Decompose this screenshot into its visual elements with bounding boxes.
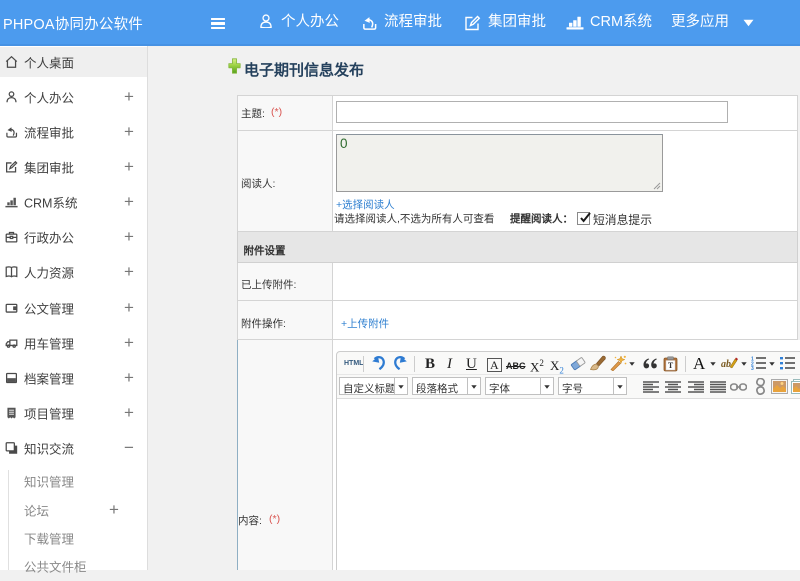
svg-text:ab: ab	[721, 359, 731, 370]
svg-text:3: 3	[751, 366, 754, 370]
svg-text:T: T	[668, 361, 674, 370]
